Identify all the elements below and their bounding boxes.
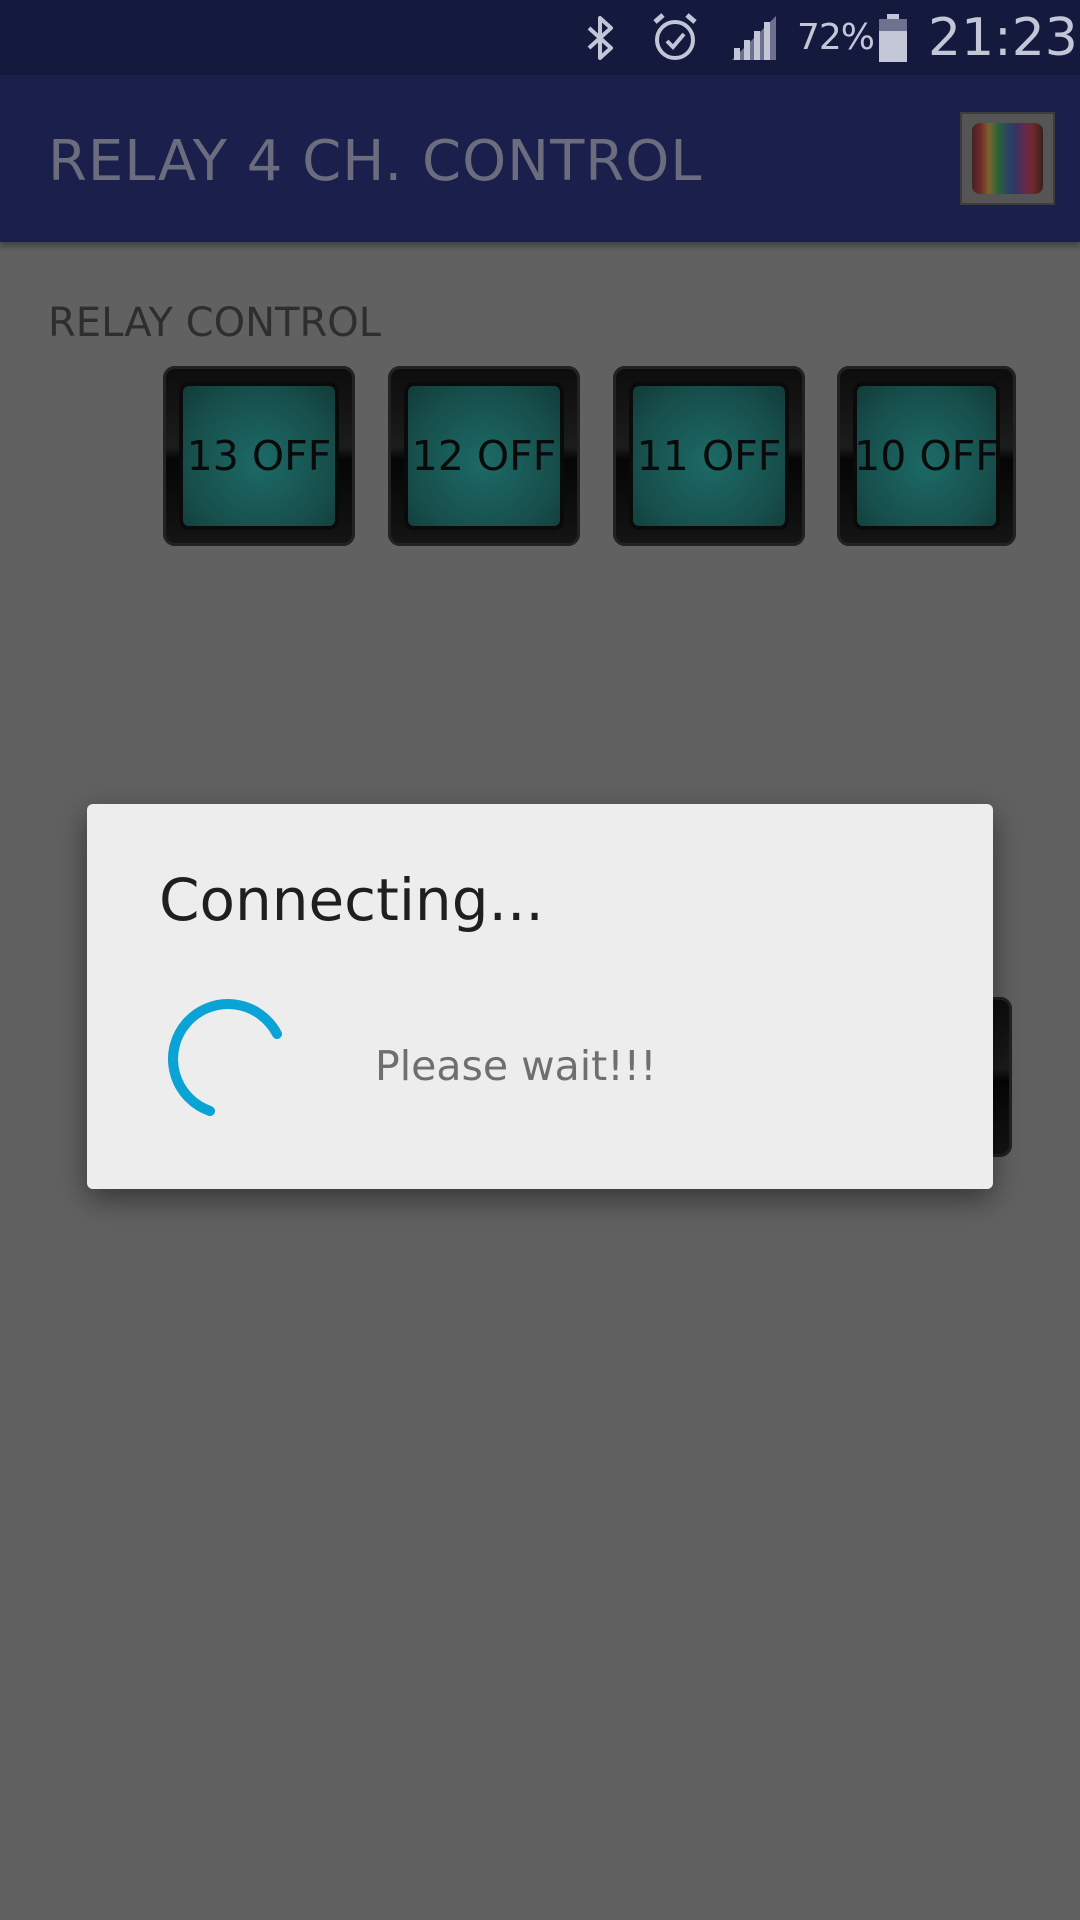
bluetooth-icon	[580, 0, 622, 75]
clock-time: 21:23	[928, 7, 1078, 68]
relay-10-button[interactable]: 10 OFF	[837, 366, 1016, 546]
dialog-title: Connecting...	[159, 866, 544, 934]
app-bar: RELAY 4 CH. CONTROL	[0, 75, 1080, 242]
app-title: RELAY 4 CH. CONTROL	[48, 129, 703, 194]
relay-button-label: 11 OFF	[629, 382, 789, 530]
signal-icon	[728, 0, 780, 75]
rainbow-logo-icon[interactable]	[960, 112, 1055, 205]
battery-icon	[878, 0, 908, 75]
relay-11-button[interactable]: 11 OFF	[613, 366, 805, 546]
relay-button-label: 10 OFF	[853, 382, 1000, 530]
alarm-icon	[650, 0, 700, 75]
progress-spinner-icon	[165, 994, 295, 1124]
relay-13-button[interactable]: 13 OFF	[163, 366, 355, 546]
dialog-message: Please wait!!!	[375, 1042, 657, 1090]
relay-button-label: 12 OFF	[404, 382, 564, 530]
section-label: RELAY CONTROL	[48, 300, 382, 346]
battery-percent: 72%	[797, 17, 875, 58]
relay-12-button[interactable]: 12 OFF	[388, 366, 580, 546]
progress-dialog: Connecting... Please wait!!!	[87, 804, 993, 1189]
status-bar: 72% 21:23	[0, 0, 1080, 75]
relay-button-label: 13 OFF	[179, 382, 339, 530]
